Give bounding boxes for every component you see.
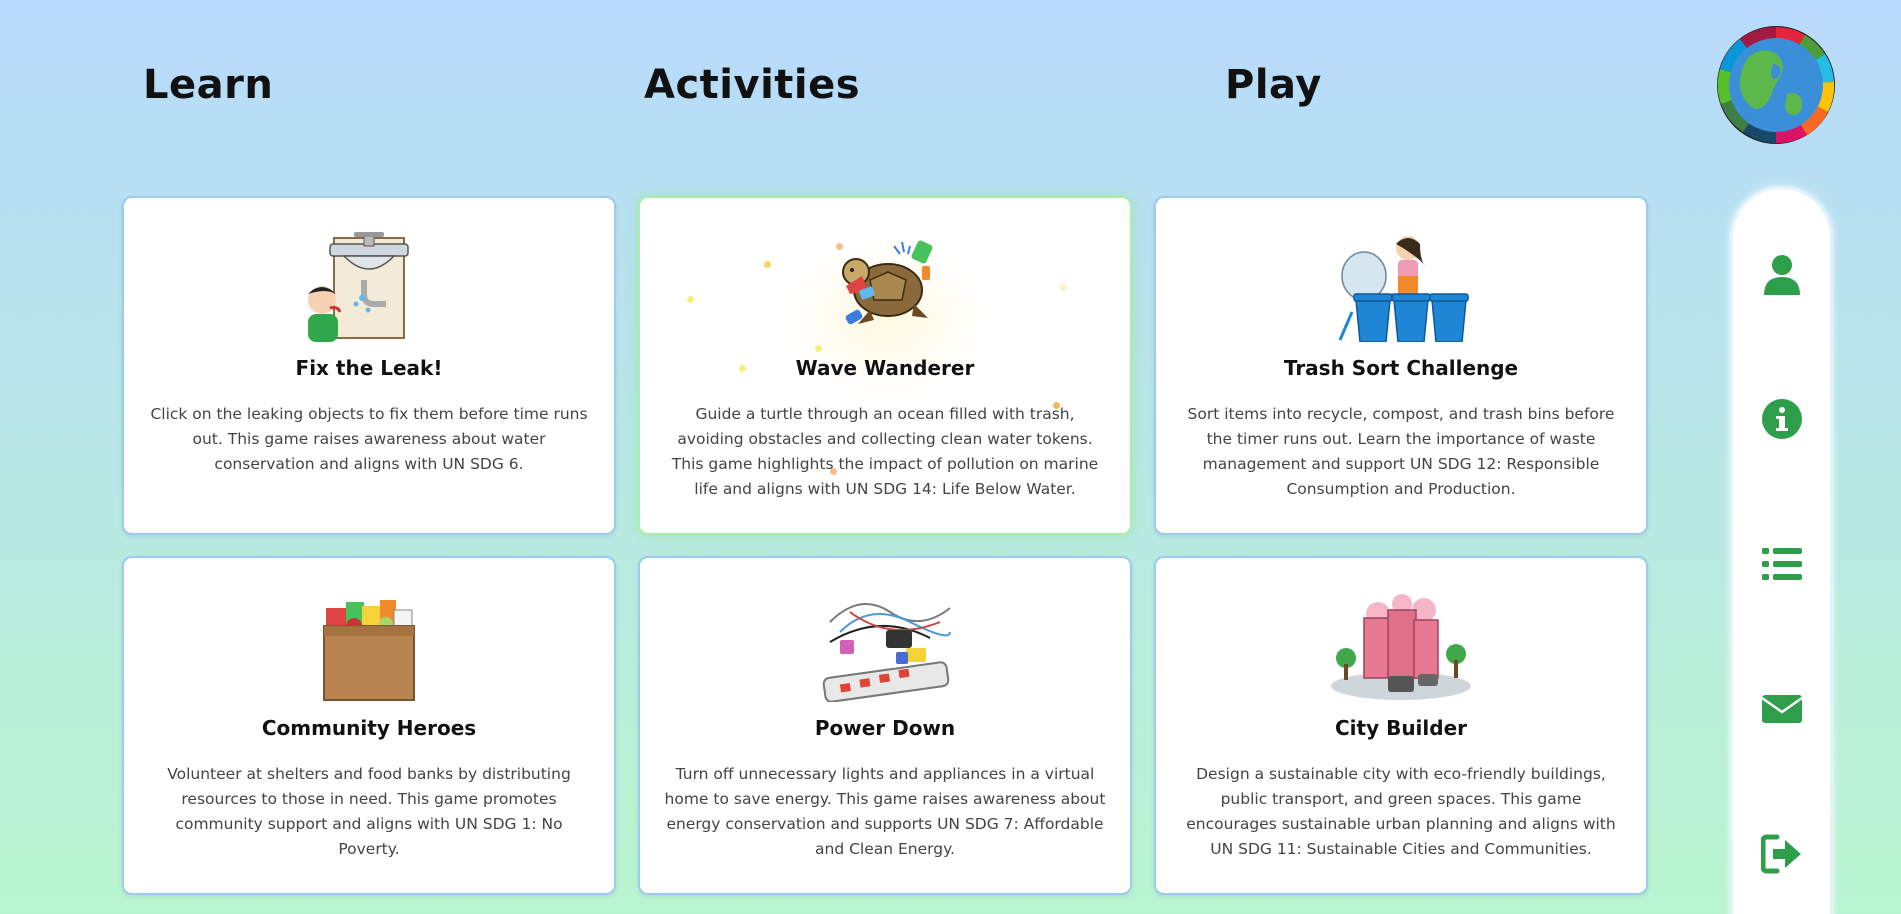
sidebar xyxy=(1730,186,1833,914)
card-title: Power Down xyxy=(814,716,956,740)
turtle-trash-icon xyxy=(842,240,933,325)
game-card-community-heroes[interactable]: Community Heroes Volunteer at shelters a… xyxy=(122,556,616,895)
sparkle xyxy=(1060,284,1067,291)
game-card-city-builder[interactable]: City Builder Design a sustainable city w… xyxy=(1154,556,1648,895)
envelope-icon xyxy=(1760,695,1803,723)
info-icon xyxy=(1761,399,1802,439)
card-description: Click on the leaking objects to fix them… xyxy=(150,405,588,473)
card-title: Trash Sort Challenge xyxy=(1283,356,1519,380)
nav-learn-link[interactable]: Learn xyxy=(143,62,273,108)
sdg-globe-logo-icon[interactable] xyxy=(1715,24,1837,146)
card-title: Community Heroes xyxy=(261,716,477,740)
trash-bins-icon xyxy=(1338,236,1469,342)
card-description: Turn off unnecessary lights and applianc… xyxy=(664,765,1106,858)
card-description: Sort items into recycle, compost, and tr… xyxy=(1187,405,1615,498)
card-title: City Builder xyxy=(1334,716,1468,740)
leaking-sink-icon xyxy=(308,232,409,342)
card-title: Wave Wanderer xyxy=(795,356,975,380)
list-button[interactable] xyxy=(1757,539,1807,589)
city-icon xyxy=(1331,594,1471,700)
user-icon xyxy=(1763,255,1800,295)
sparkle xyxy=(687,296,694,303)
power-strip-icon xyxy=(822,603,951,702)
nav-activities-link[interactable]: Activities xyxy=(644,62,860,108)
contact-button[interactable] xyxy=(1757,684,1807,734)
card-title: Fix the Leak! xyxy=(295,356,443,380)
info-button[interactable] xyxy=(1757,394,1807,444)
sparkle xyxy=(815,345,822,352)
card-description: Design a sustainable city with eco-frien… xyxy=(1186,765,1616,858)
logout-button[interactable] xyxy=(1757,829,1807,879)
nav-play-link[interactable]: Play xyxy=(1225,62,1322,108)
card-description: Guide a turtle through an ocean filled w… xyxy=(671,405,1099,498)
game-card-wave-wanderer[interactable]: Wave Wanderer Guide a turtle through an … xyxy=(638,196,1132,535)
list-icon xyxy=(1761,548,1802,580)
profile-button[interactable] xyxy=(1757,249,1807,299)
sparkle xyxy=(764,261,771,268)
game-card-trash-sort-challenge[interactable]: Trash Sort Challenge Sort items into rec… xyxy=(1154,196,1648,535)
game-card-power-down[interactable]: Power Down Turn off unnecessary lights a… xyxy=(638,556,1132,895)
games-grid: Fix the Leak! Click on the leaking objec… xyxy=(122,196,1650,896)
game-card-fix-the-leak[interactable]: Fix the Leak! Click on the leaking objec… xyxy=(122,196,616,535)
card-description: Volunteer at shelters and food banks by … xyxy=(167,765,571,858)
logout-icon xyxy=(1760,834,1801,874)
donation-box-icon xyxy=(323,600,415,701)
